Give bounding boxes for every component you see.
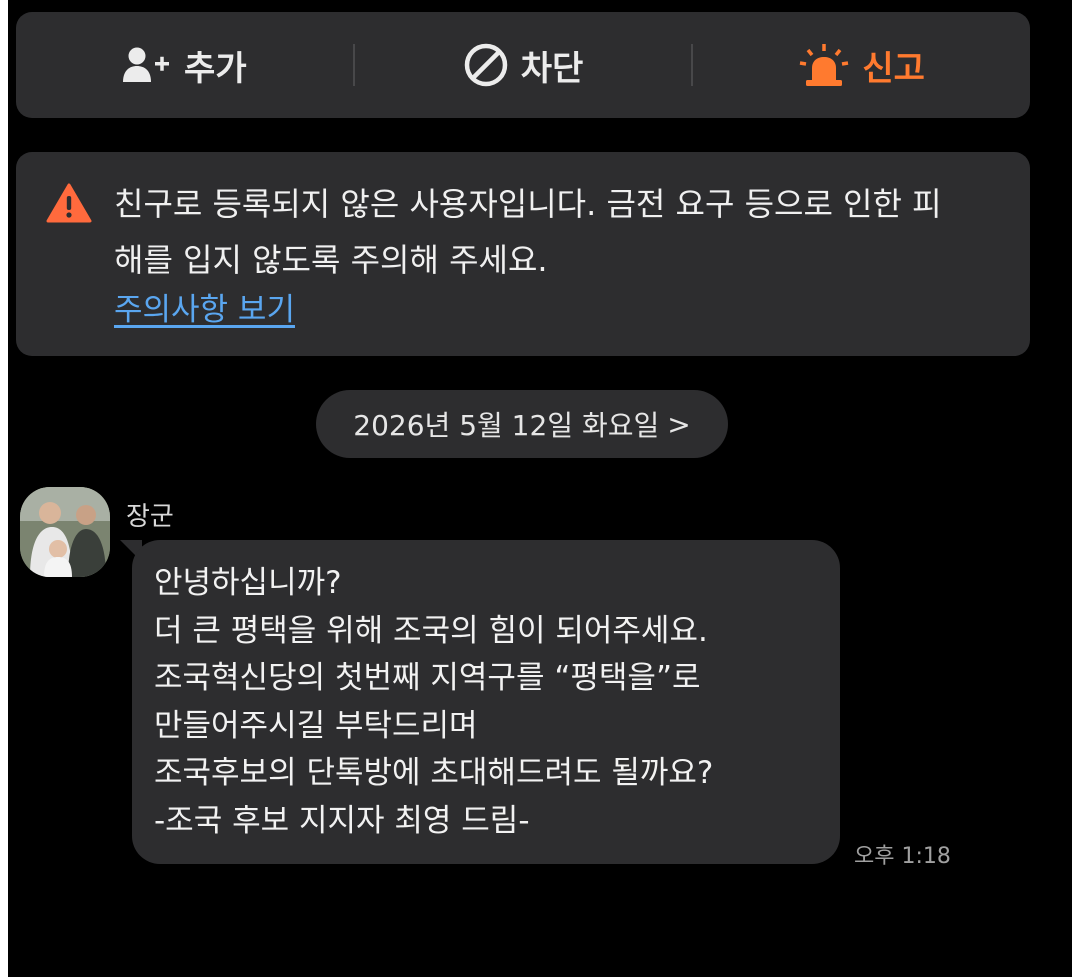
warning-line: 해를 입지 않도록 주의해 주세요.	[114, 241, 548, 279]
avatar[interactable]	[20, 487, 110, 577]
date-divider[interactable]: 2026년 5월 12일 화요일 >	[316, 390, 728, 458]
add-friend-button[interactable]: 추가	[16, 41, 353, 90]
date-label: 2026년 5월 12일 화요일	[353, 409, 660, 442]
message-line: 조국혁신당의 첫번째 지역구를 “평택을”로	[154, 660, 701, 696]
warning-line: 친구로 등록되지 않은 사용자입니다. 금전 요구 등으로 인한 피	[114, 185, 942, 223]
chevron-right-icon: >	[667, 407, 691, 441]
message-timestamp: 오후 1:18	[854, 844, 951, 869]
message-line: 만들어주시길 부탁드리며	[154, 707, 478, 744]
stranger-action-bar: 추가 차단 신고	[16, 12, 1030, 118]
warning-message: 친구로 등록되지 않은 사용자입니다. 금전 요구 등으로 인한 피 해를 입지…	[114, 176, 1014, 288]
block-icon	[463, 42, 509, 88]
message-text: 안녕하십니까? 더 큰 평택을 위해 조국의 힘이 되어주세요. 조국혁신당의 …	[154, 560, 713, 845]
chat-screen: 추가 차단 신고 친구로 등록되지 않은 사용자입니다. 금전 요구 등으로 인…	[8, 0, 1072, 977]
block-button[interactable]: 차단	[355, 41, 692, 90]
sender-name: 장군	[126, 502, 174, 532]
stranger-warning-card: 친구로 등록되지 않은 사용자입니다. 금전 요구 등으로 인한 피 해를 입지…	[16, 152, 1030, 356]
view-precautions-link[interactable]: 주의사항 보기	[114, 284, 295, 329]
siren-icon	[798, 42, 850, 88]
add-friend-label: 추가	[184, 48, 247, 89]
person-add-icon	[122, 46, 172, 84]
report-button[interactable]: 신고	[693, 41, 1030, 90]
message-line: 안녕하십니까?	[154, 565, 342, 601]
message-bubble[interactable]: 안녕하십니까? 더 큰 평택을 위해 조국의 힘이 되어주세요. 조국혁신당의 …	[132, 540, 840, 864]
message-line: -조국 후보 지지자 최영 드림-	[154, 802, 530, 839]
block-label: 차단	[520, 48, 584, 89]
report-label: 신고	[862, 48, 925, 89]
message-line: 더 큰 평택을 위해 조국의 힘이 되어주세요.	[154, 612, 708, 649]
warning-triangle-icon	[46, 182, 92, 228]
message-line: 조국후보의 단톡방에 초대해드려도 될까요?	[154, 755, 714, 791]
